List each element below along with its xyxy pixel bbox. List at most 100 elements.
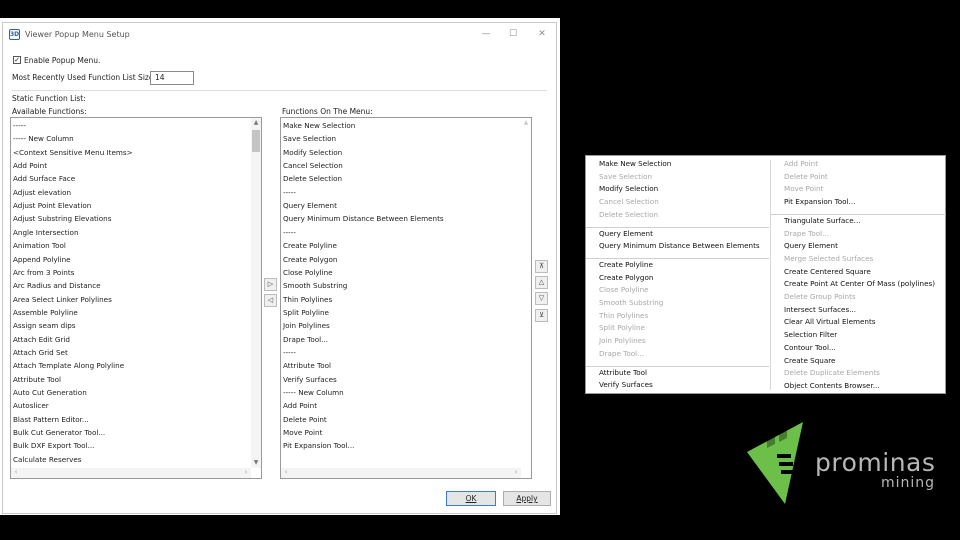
list-item[interactable]: Drape Tool... (283, 335, 328, 344)
list-item[interactable]: Area Select Linker Polylines (13, 295, 112, 304)
available-functions-list[interactable]: ▲ ▼ ‹ › ----- ----- New Column <Context Se… (10, 117, 262, 479)
list-item[interactable]: Append Polyline (13, 255, 71, 264)
list-item[interactable]: Attribute Tool (283, 361, 331, 370)
list-item[interactable]: ----- New Column (13, 134, 74, 143)
list-item[interactable]: ----- New Column (283, 388, 344, 397)
list-item[interactable]: Adjust Substring Elevations (13, 214, 111, 223)
list-item[interactable]: Attach Grid Set (13, 348, 68, 357)
list-item[interactable]: Query Minimum Distance Between Elements (283, 214, 444, 223)
list-item[interactable]: Smooth Substring (283, 281, 347, 290)
move-bottom-button[interactable]: ⊻ (535, 309, 548, 322)
menu-item[interactable]: Triangulate Surface... (784, 216, 861, 225)
menu-item[interactable]: Create Centered Square (784, 267, 871, 276)
list-item[interactable]: Adjust Point Elevation (13, 201, 91, 210)
list-item[interactable]: Save Selection (283, 134, 336, 143)
menu-item[interactable]: Modify Selection (599, 184, 658, 193)
scroll-right-icon[interactable]: › (241, 468, 251, 478)
move-up-button[interactable]: △ (535, 276, 548, 289)
list-item[interactable]: Attribute Tool (13, 375, 61, 384)
list-item[interactable]: Auto Cut Generation (13, 388, 87, 397)
menu-item[interactable]: Query Element (599, 229, 653, 238)
list-item[interactable]: Bulk Cut Generator Tool... (13, 428, 105, 437)
menu-item[interactable]: Query Minimum Distance Between Elements (599, 241, 760, 250)
list-item[interactable]: ----- (283, 188, 296, 197)
menu-item[interactable]: Contour Tool... (784, 343, 836, 352)
list-item[interactable]: Autoslicer (13, 401, 49, 410)
scroll-left-icon[interactable]: ‹ (11, 468, 21, 478)
list-item[interactable]: Attach Edit Grid (13, 335, 70, 344)
move-down-button[interactable]: ▽ (535, 292, 548, 305)
list-item[interactable]: ----- (13, 121, 26, 130)
list-item[interactable]: Adjust elevation (13, 188, 71, 197)
list-item[interactable]: Move Point (283, 428, 322, 437)
scroll-up-icon[interactable]: ▲ (251, 118, 261, 128)
menu-item[interactable]: Intersect Surfaces... (784, 305, 856, 314)
menu-item[interactable]: Verify Surfaces (599, 380, 653, 389)
list-item[interactable]: Modify Selection (283, 148, 342, 157)
mru-size-input[interactable]: 14 (150, 71, 194, 85)
list-item[interactable]: Angle Intersection (13, 228, 79, 237)
list-item[interactable]: Add Point (283, 401, 317, 410)
list-item[interactable]: Delete Point (283, 415, 327, 424)
vertical-scrollbar[interactable]: ▲ ▼ (251, 118, 261, 468)
scroll-left-icon[interactable]: ‹ (281, 468, 291, 478)
apply-button[interactable]: Apply (503, 491, 551, 506)
list-item[interactable]: Thin Polylines (283, 295, 332, 304)
list-item[interactable]: Bulk DXF Export Tool... (13, 441, 94, 450)
minimize-button[interactable]: — (478, 27, 494, 41)
menu-item[interactable]: Make New Selection (599, 159, 671, 168)
scroll-up-icon[interactable]: ▲ (521, 118, 531, 128)
ok-button[interactable]: OK (446, 491, 496, 506)
list-item[interactable]: Query Element (283, 201, 337, 210)
menu-item[interactable]: Clear All Virtual Elements (784, 317, 876, 326)
menu-item[interactable]: Create Point At Center Of Mass (polyline… (784, 279, 935, 288)
list-item[interactable]: Make New Selection (283, 121, 355, 130)
scroll-right-icon[interactable]: › (511, 468, 521, 478)
close-button[interactable]: ✕ (534, 27, 550, 41)
horizontal-scrollbar[interactable]: ‹ › (11, 468, 251, 478)
menu-functions-list[interactable]: ▲ ‹ › Make New Selection Save Selection Mo… (280, 117, 532, 479)
list-item[interactable]: Calculate Reserves (13, 455, 82, 464)
menu-item[interactable]: Object Contents Browser... (784, 381, 880, 390)
available-functions-label: Available Functions: (12, 107, 87, 116)
horizontal-scrollbar[interactable]: ‹ › (281, 468, 521, 478)
list-item[interactable]: Assign seam dips (13, 321, 76, 330)
list-item[interactable]: Animation Tool (13, 241, 66, 250)
list-item[interactable]: ----- (283, 228, 296, 237)
add-function-button[interactable]: ▷ (264, 278, 277, 291)
menu-item[interactable]: Create Polygon (599, 273, 653, 282)
list-item[interactable]: Assemble Polyline (13, 308, 78, 317)
title-bar[interactable]: 3D Viewer Popup Menu Setup — ☐ ✕ (3, 23, 556, 47)
remove-function-button[interactable]: ◁ (264, 294, 277, 307)
list-item[interactable]: Arc from 3 Points (13, 268, 74, 277)
list-item[interactable]: Join Polylines (283, 321, 330, 330)
list-item[interactable]: Add Point (13, 161, 47, 170)
scroll-thumb[interactable] (252, 130, 260, 152)
move-top-button[interactable]: ⊼ (535, 260, 548, 273)
list-item[interactable]: Create Polygon (283, 255, 337, 264)
menu-item[interactable]: Pit Expansion Tool... (784, 197, 855, 206)
enable-popup-checkbox[interactable]: ✓ (13, 56, 21, 64)
maximize-button[interactable]: ☐ (505, 27, 521, 41)
scroll-down-icon[interactable]: ▼ (251, 458, 261, 468)
list-item[interactable]: Delete Selection (283, 174, 342, 183)
list-item[interactable]: ----- (283, 348, 296, 357)
menu-item[interactable]: Create Square (784, 356, 835, 365)
menu-item: Add Point (784, 159, 819, 168)
menu-item[interactable]: Query Element (784, 241, 838, 250)
list-item[interactable]: Arc Radius and Distance (13, 281, 101, 290)
list-item[interactable]: Split Polyline (283, 308, 329, 317)
list-item[interactable]: <Context Sensitive Menu Items> (13, 148, 133, 157)
list-item[interactable]: Blast Pattern Editor... (13, 415, 89, 424)
list-item[interactable]: Create Polyline (283, 241, 337, 250)
menu-item[interactable]: Create Polyline (599, 260, 653, 269)
list-item[interactable]: Pit Expansion Tool... (283, 441, 354, 450)
menu-item[interactable]: Selection Filter (784, 330, 837, 339)
list-item[interactable]: Verify Surfaces (283, 375, 337, 384)
list-item[interactable]: Attach Template Along Polyline (13, 361, 124, 370)
menu-item[interactable]: Attribute Tool (599, 368, 647, 377)
list-item[interactable]: Cancel Selection (283, 161, 343, 170)
vertical-scrollbar[interactable]: ▲ (521, 118, 531, 468)
list-item[interactable]: Add Surface Face (13, 174, 75, 183)
list-item[interactable]: Close Polyline (283, 268, 333, 277)
